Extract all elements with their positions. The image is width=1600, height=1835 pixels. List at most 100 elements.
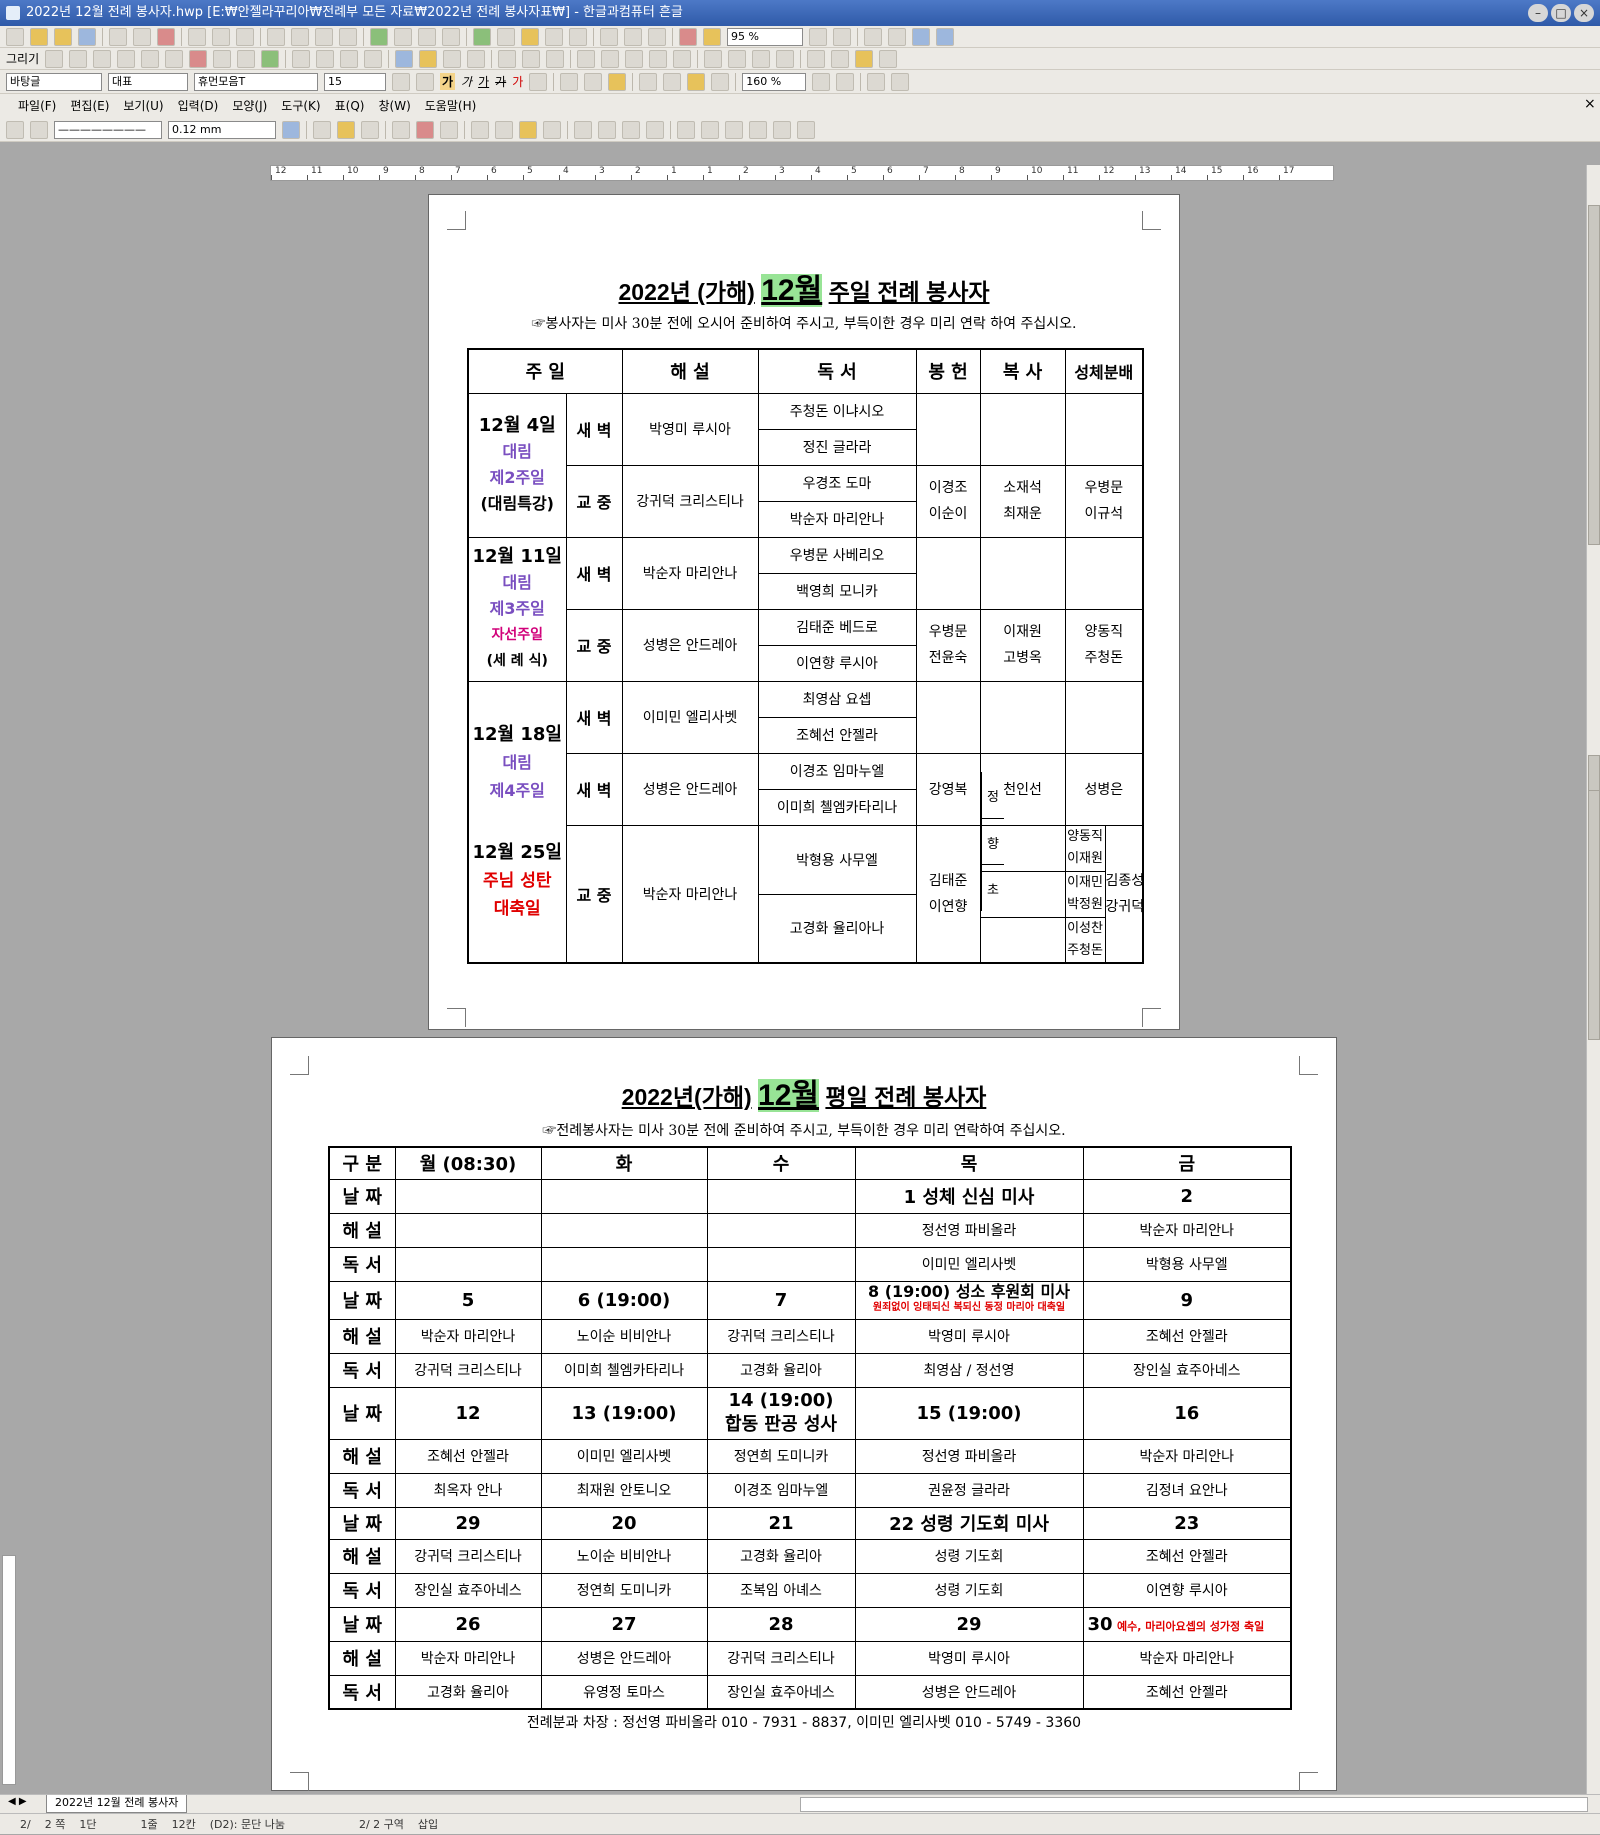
monitor-icon[interactable]: [679, 27, 697, 46]
split-cell-icon[interactable]: [598, 120, 616, 139]
open-icon[interactable]: [30, 27, 48, 46]
rectangle-icon[interactable]: [69, 49, 88, 68]
align-obj-icon[interactable]: [625, 49, 644, 68]
hanja-icon[interactable]: [418, 27, 436, 46]
close-button[interactable]: ×: [1574, 4, 1594, 22]
border-icon[interactable]: [313, 120, 331, 139]
numbering-icon[interactable]: [867, 72, 886, 91]
justify-icon[interactable]: [639, 72, 658, 91]
symbol-icon[interactable]: [569, 27, 587, 46]
delete-row-icon[interactable]: [416, 120, 434, 139]
valign-center-icon[interactable]: [519, 120, 537, 139]
distribute-icon[interactable]: [649, 49, 668, 68]
cell-size-icon[interactable]: [361, 120, 379, 139]
zoom-select[interactable]: 95 %: [727, 27, 803, 46]
spacing-up-icon[interactable]: [812, 72, 831, 91]
line-style-icon[interactable]: [498, 49, 517, 68]
horizontal-ruler[interactable]: 12 11 10 9 8 7 6 5 4 3 2 1 1 2 3 4 5 6 7 8 9 10 11 12 13 14 15 16 17: [270, 165, 1334, 181]
preview-icon[interactable]: [133, 27, 151, 46]
menu-help[interactable]: 도움말(H): [425, 94, 477, 118]
align-left-icon[interactable]: [663, 72, 682, 91]
folder-icon[interactable]: [54, 27, 72, 46]
insert-row-icon[interactable]: [392, 120, 410, 139]
bullets-icon[interactable]: [891, 72, 910, 91]
split-icon[interactable]: [936, 27, 954, 46]
find-icon[interactable]: [236, 27, 254, 46]
formula-icon[interactable]: [545, 27, 563, 46]
print-icon[interactable]: [109, 27, 127, 46]
new-doc-icon[interactable]: [6, 27, 24, 46]
arc-icon[interactable]: [117, 49, 136, 68]
image-icon[interactable]: [473, 27, 491, 46]
line-spacing-select[interactable]: 160 %: [742, 72, 807, 91]
superscript-icon[interactable]: [560, 72, 579, 91]
copy-icon[interactable]: [291, 27, 309, 46]
menu-insert[interactable]: 입력(D): [178, 94, 219, 118]
menu-view[interactable]: 보기(U): [123, 94, 163, 118]
line-dash-icon[interactable]: [522, 49, 541, 68]
flip-icon[interactable]: [673, 49, 692, 68]
tab-prev-icon[interactable]: ◀ ▶: [8, 1796, 27, 1807]
highlight-icon[interactable]: [608, 72, 627, 91]
picture-icon[interactable]: [261, 49, 280, 68]
row-height-icon[interactable]: [677, 120, 695, 139]
maximize-button[interactable]: □: [1551, 4, 1571, 22]
size-icon[interactable]: [728, 49, 747, 68]
spacing-down-icon[interactable]: [836, 72, 855, 91]
redo-icon[interactable]: [212, 27, 230, 46]
representative-select[interactable]: 대표: [108, 72, 188, 91]
line-type-select[interactable]: ————————: [54, 120, 162, 139]
grid-icon[interactable]: [879, 49, 898, 68]
doc-close-icon[interactable]: ×: [1584, 96, 1596, 112]
order-back-icon[interactable]: [601, 49, 620, 68]
curve-icon[interactable]: [165, 49, 184, 68]
table-icon[interactable]: [497, 27, 515, 46]
menu-tools[interactable]: 도구(K): [281, 94, 320, 118]
minimize-button[interactable]: –: [1528, 4, 1548, 22]
pdf-icon[interactable]: [157, 27, 175, 46]
line-color-icon[interactable]: [395, 49, 414, 68]
column-icon[interactable]: [600, 27, 618, 46]
shadow-icon[interactable]: [443, 49, 462, 68]
font-color-button[interactable]: 가: [512, 73, 523, 90]
polygon-icon[interactable]: [141, 49, 160, 68]
undo-icon[interactable]: [188, 27, 206, 46]
zoom-out-icon[interactable]: [809, 27, 827, 46]
horizontal-scrollbar[interactable]: [800, 1797, 1588, 1812]
line-width-select[interactable]: 0.12 mm: [168, 120, 276, 139]
italic-button[interactable]: 가: [461, 73, 472, 90]
window-icon[interactable]: [912, 27, 930, 46]
wrap-icon[interactable]: [704, 49, 723, 68]
lock-icon[interactable]: [776, 49, 795, 68]
book-icon[interactable]: [703, 27, 721, 46]
tab-document[interactable]: 2022년 12월 전례 봉사자: [46, 1795, 188, 1813]
header-icon[interactable]: [648, 27, 666, 46]
menu-format[interactable]: 모양(J): [232, 94, 267, 118]
order-front-icon[interactable]: [577, 49, 596, 68]
caption-icon[interactable]: [773, 120, 791, 139]
vertical-ruler[interactable]: [2, 1555, 16, 1785]
cell-block-icon[interactable]: [797, 120, 815, 139]
fill-color-icon[interactable]: [419, 49, 438, 68]
scroll-thumb[interactable]: [1588, 205, 1600, 545]
textbox-icon[interactable]: [237, 49, 256, 68]
scroll-thumb-2[interactable]: [1588, 790, 1600, 1040]
subscript-icon[interactable]: [584, 72, 603, 91]
align-right-icon[interactable]: [711, 72, 730, 91]
line-icon[interactable]: [45, 49, 64, 68]
save-icon[interactable]: [78, 27, 96, 46]
font-select[interactable]: 휴먼모음T: [194, 72, 318, 91]
menu-table[interactable]: 표(Q): [335, 94, 365, 118]
fit-icon[interactable]: [888, 27, 906, 46]
group-icon[interactable]: [316, 49, 335, 68]
cell-border-icon[interactable]: [30, 120, 48, 139]
char-shape-icon[interactable]: [529, 72, 548, 91]
spell-icon[interactable]: [370, 27, 388, 46]
cell-fill-icon[interactable]: [337, 120, 355, 139]
bucket-icon[interactable]: [831, 49, 850, 68]
ellipse-icon[interactable]: [93, 49, 112, 68]
size-up-icon[interactable]: [392, 72, 410, 91]
align-center-icon[interactable]: [687, 72, 706, 91]
table-grid-icon[interactable]: [725, 120, 743, 139]
vertical-scrollbar[interactable]: [1586, 165, 1600, 1795]
